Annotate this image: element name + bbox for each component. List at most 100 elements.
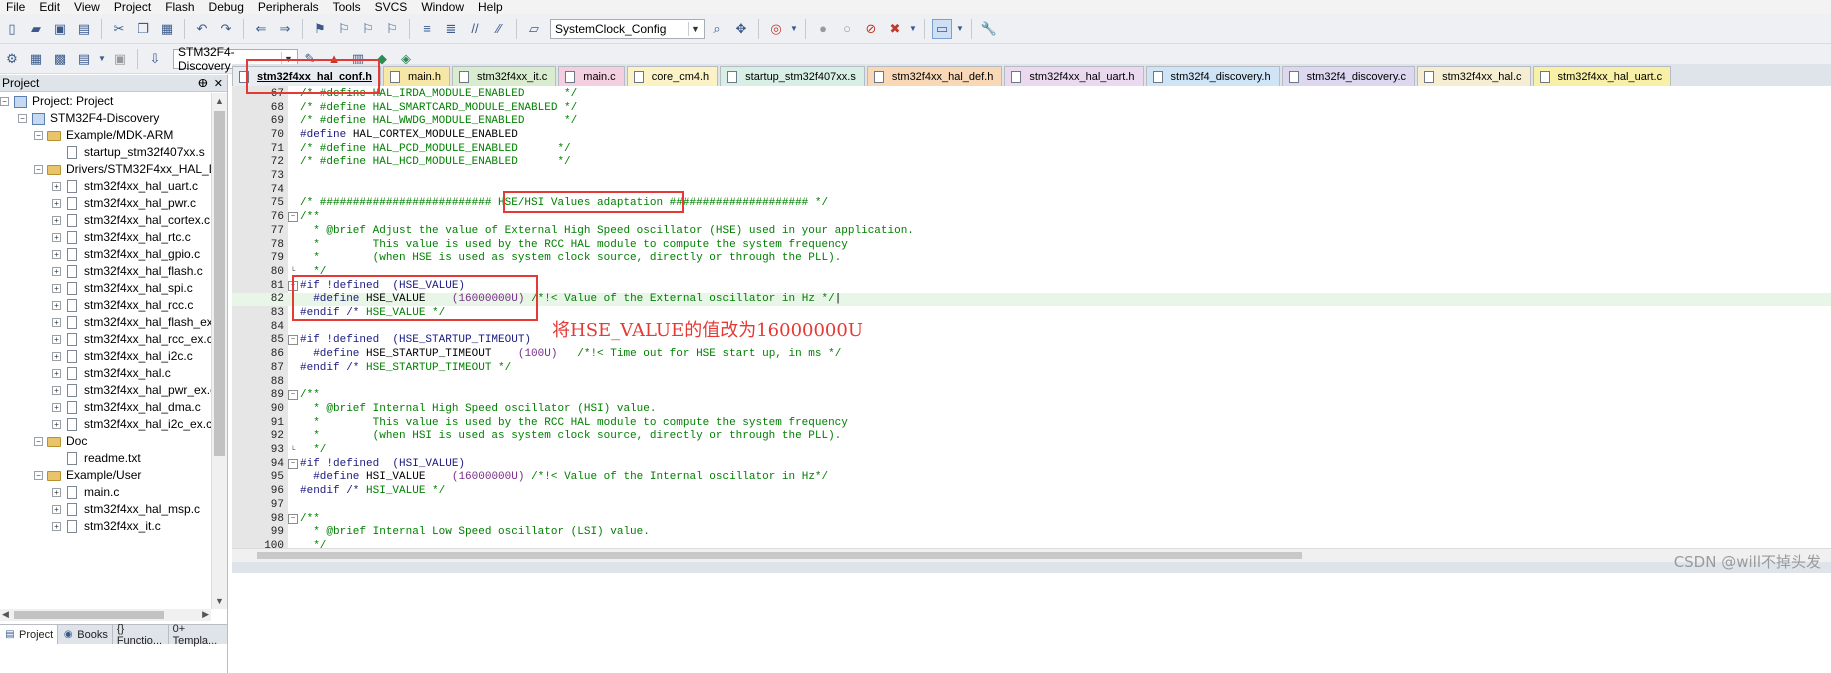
- comment-icon[interactable]: //: [465, 19, 485, 39]
- chevron-down-icon[interactable]: ▼: [688, 21, 702, 36]
- menu-window[interactable]: Window: [415, 0, 472, 14]
- paste-icon[interactable]: ▦: [157, 19, 177, 39]
- collapse-icon[interactable]: −: [0, 97, 9, 106]
- translate-icon[interactable]: ⚙: [2, 49, 22, 69]
- fold-toggle-icon[interactable]: −: [288, 335, 298, 346]
- dropdown-arrow-icon[interactable]: ▼: [909, 19, 917, 39]
- tree-vertical-scrollbar[interactable]: ▲ ▼: [211, 93, 227, 609]
- save-icon[interactable]: ▣: [50, 19, 70, 39]
- tree-folder[interactable]: − Example/User: [0, 467, 211, 484]
- editor-horizontal-scrollbar[interactable]: [232, 548, 1831, 562]
- editor-tab[interactable]: stm32f4xx_hal.c: [1417, 66, 1531, 86]
- kill-breakpoints-icon[interactable]: ✖: [885, 19, 905, 39]
- tree-horizontal-scrollbar[interactable]: ◀ ▶: [0, 609, 211, 621]
- tree-file[interactable]: + stm32f4xx_hal_cortex.c: [0, 212, 211, 229]
- find-icon[interactable]: ⌕: [707, 19, 727, 39]
- tree-file[interactable]: + stm32f4xx_hal_i2c_ex.c: [0, 416, 211, 433]
- tree-file[interactable]: + stm32f4xx_hal_i2c.c: [0, 348, 211, 365]
- tree-file[interactable]: + main.c: [0, 484, 211, 501]
- tree-file[interactable]: + stm32f4xx_hal_msp.c: [0, 501, 211, 518]
- editor-hscroll-thumb[interactable]: [257, 552, 1302, 559]
- fold-toggle-icon[interactable]: −: [288, 513, 298, 524]
- unindent-icon[interactable]: ≣: [441, 19, 461, 39]
- menu-debug[interactable]: Debug: [203, 0, 252, 14]
- tree-file[interactable]: readme.txt: [0, 450, 211, 467]
- expand-icon[interactable]: +: [52, 505, 61, 514]
- tree-project[interactable]: − Project: Project: [0, 93, 211, 110]
- dropdown-arrow-icon[interactable]: ▼: [956, 19, 964, 39]
- save-all-icon[interactable]: ▤: [74, 19, 94, 39]
- scroll-up-icon[interactable]: ▲: [215, 96, 224, 106]
- menu-flash[interactable]: Flash: [159, 0, 202, 14]
- download-icon[interactable]: ⇩: [145, 49, 165, 69]
- expand-icon[interactable]: +: [52, 233, 61, 242]
- scroll-down-icon[interactable]: ▼: [215, 596, 224, 606]
- disable-breakpoint-icon[interactable]: ○: [837, 19, 857, 39]
- tree-file[interactable]: + stm32f4xx_it.c: [0, 518, 211, 535]
- editor-tab[interactable]: stm32f4xx_hal_uart.h: [1004, 66, 1144, 86]
- indent-icon[interactable]: ≡: [417, 19, 437, 39]
- dropdown-arrow-icon[interactable]: ▼: [98, 49, 106, 69]
- menu-help[interactable]: Help: [472, 0, 511, 14]
- rebuild-icon[interactable]: ▩: [50, 49, 70, 69]
- cut-icon[interactable]: ✂: [109, 19, 129, 39]
- tree-file[interactable]: + stm32f4xx_hal_flash_ex.c: [0, 314, 211, 331]
- next-bookmark-icon[interactable]: ⚐: [358, 19, 378, 39]
- editor-tab[interactable]: main.c: [558, 66, 625, 86]
- undo-icon[interactable]: ↶: [192, 19, 212, 39]
- stop-build-icon[interactable]: ▣: [110, 49, 130, 69]
- clear-bookmarks-icon[interactable]: ⚐: [382, 19, 402, 39]
- find-in-files-icon[interactable]: ▱: [524, 19, 544, 39]
- tree-file[interactable]: + stm32f4xx_hal_spi.c: [0, 280, 211, 297]
- panel-tab-1[interactable]: ◉ Books: [58, 625, 113, 644]
- tree-folder[interactable]: − Example/MDK-ARM: [0, 127, 211, 144]
- navigate-back-icon[interactable]: ⇐: [251, 19, 271, 39]
- tree-file[interactable]: + stm32f4xx_hal_dma.c: [0, 399, 211, 416]
- expand-icon[interactable]: +: [52, 318, 61, 327]
- fold-toggle-icon[interactable]: −: [288, 390, 298, 401]
- pin-icon[interactable]: ⴲ: [198, 77, 208, 90]
- fold-toggle-icon[interactable]: −: [288, 212, 298, 223]
- editor-tab[interactable]: main.h: [382, 66, 450, 86]
- expand-icon[interactable]: +: [52, 284, 61, 293]
- batch-build-icon[interactable]: ▤: [74, 49, 94, 69]
- expand-icon[interactable]: +: [52, 301, 61, 310]
- build-icon[interactable]: ▦: [26, 49, 46, 69]
- expand-icon[interactable]: +: [52, 420, 61, 429]
- open-folder-icon[interactable]: ▰: [26, 19, 46, 39]
- tree-folder[interactable]: − Drivers/STM32F4xx_HAL_Driver: [0, 161, 211, 178]
- redo-icon[interactable]: ↷: [216, 19, 236, 39]
- new-file-icon[interactable]: ▯: [2, 19, 22, 39]
- collapse-icon[interactable]: −: [18, 114, 27, 123]
- tree-file[interactable]: + stm32f4xx_hal_rcc_ex.c: [0, 331, 211, 348]
- expand-icon[interactable]: +: [52, 335, 61, 344]
- tree-file[interactable]: + stm32f4xx_hal_flash.c: [0, 263, 211, 280]
- editor-tab[interactable]: stm32f4_discovery.c: [1281, 66, 1416, 86]
- project-tree[interactable]: − Project: Project − STM32F4-Discovery − Exam…: [0, 93, 211, 609]
- tree-scroll-thumb[interactable]: [214, 111, 225, 456]
- panel-tab-3[interactable]: 0+ Templa...: [169, 623, 228, 647]
- menu-edit[interactable]: Edit: [33, 0, 68, 14]
- expand-icon[interactable]: +: [52, 182, 61, 191]
- menu-svcs[interactable]: SVCS: [369, 0, 416, 14]
- fold-toggle-icon[interactable]: −: [288, 458, 298, 469]
- tree-file[interactable]: startup_stm32f407xx.s: [0, 144, 211, 161]
- tree-folder[interactable]: − Doc: [0, 433, 211, 450]
- breakpoint-icon[interactable]: ●: [813, 19, 833, 39]
- scroll-left-icon[interactable]: ◀: [2, 609, 9, 620]
- collapse-icon[interactable]: −: [34, 471, 43, 480]
- copy-icon[interactable]: ❐: [133, 19, 153, 39]
- collapse-icon[interactable]: −: [34, 165, 43, 174]
- dropdown-arrow-icon[interactable]: ▼: [790, 19, 798, 39]
- expand-icon[interactable]: +: [52, 199, 61, 208]
- tree-file[interactable]: + stm32f4xx_hal.c: [0, 365, 211, 382]
- window-layout-icon[interactable]: ▭: [932, 18, 952, 39]
- editor-tab[interactable]: stm32f4_discovery.h: [1145, 66, 1280, 86]
- tree-file[interactable]: + stm32f4xx_hal_uart.c: [0, 178, 211, 195]
- prev-bookmark-icon[interactable]: ⚐: [334, 19, 354, 39]
- incremental-find-icon[interactable]: ✥: [731, 19, 751, 39]
- tree-project[interactable]: − STM32F4-Discovery: [0, 110, 211, 127]
- menu-file[interactable]: File: [0, 0, 33, 14]
- tree-file[interactable]: + stm32f4xx_hal_rtc.c: [0, 229, 211, 246]
- expand-icon[interactable]: +: [52, 250, 61, 259]
